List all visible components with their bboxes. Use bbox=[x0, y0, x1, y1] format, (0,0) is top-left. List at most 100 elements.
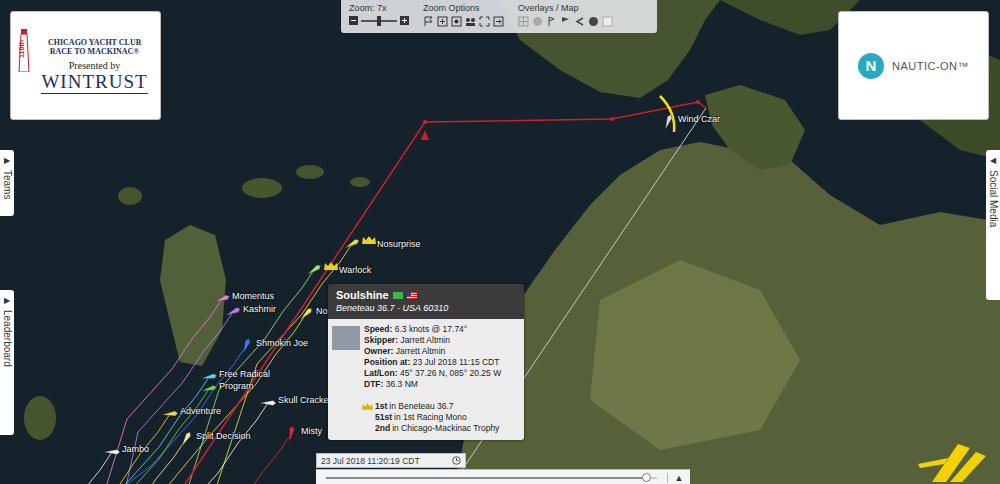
beaver-island bbox=[160, 225, 226, 366]
boat-marker[interactable] bbox=[663, 114, 673, 131]
boat-label[interactable]: Momentus bbox=[232, 291, 274, 302]
boat-label[interactable]: Wind Czar bbox=[678, 114, 720, 125]
boat-track bbox=[46, 439, 186, 484]
boat-label[interactable]: No bbox=[316, 306, 328, 317]
boat-photo bbox=[332, 326, 360, 350]
bois-blanc-island bbox=[705, 85, 805, 170]
ranking-row: 51st in 1st Racing Mono bbox=[362, 412, 520, 423]
boat-marker[interactable] bbox=[104, 450, 120, 455]
boat-name: Soulshine bbox=[336, 289, 389, 301]
detail-row: Skipper: Jarrett Altmin bbox=[364, 335, 501, 346]
boat-marker[interactable] bbox=[201, 373, 218, 381]
race-name: RACE TO MACKINAC® bbox=[50, 47, 140, 56]
boats-icon[interactable] bbox=[451, 16, 462, 27]
crown-icon bbox=[324, 262, 338, 270]
usa-flag-icon bbox=[407, 292, 417, 299]
tracker-logo-icon[interactable] bbox=[918, 438, 988, 482]
satellite-icon[interactable] bbox=[588, 16, 599, 27]
boat-marker[interactable] bbox=[260, 401, 276, 406]
boat-track bbox=[20, 414, 170, 484]
boat-marker[interactable] bbox=[162, 411, 178, 417]
boat-marker[interactable] bbox=[201, 385, 218, 394]
boat-label[interactable]: Warlock bbox=[324, 262, 371, 276]
exit-icon[interactable] bbox=[493, 16, 504, 27]
boat-marker[interactable] bbox=[287, 426, 295, 443]
club-name: CHICAGO YACHT CLUB bbox=[48, 38, 141, 47]
detail-row: Position at: 23 Jul 2018 11:15 CDT bbox=[364, 357, 501, 368]
boat-track bbox=[158, 403, 268, 484]
play-button[interactable]: ▲ bbox=[667, 473, 690, 483]
partner-logo[interactable]: N NAUTIC-ON™ bbox=[838, 11, 989, 120]
expand-icon[interactable] bbox=[479, 16, 490, 27]
boat-label[interactable]: Adventure bbox=[180, 406, 221, 417]
boat-label[interactable]: Skull Cracker bbox=[278, 395, 332, 406]
boat-marker[interactable] bbox=[180, 431, 192, 447]
partner-mark: N bbox=[858, 53, 884, 79]
class-flag-icon bbox=[393, 292, 403, 299]
boat-track bbox=[89, 389, 209, 484]
side-tab[interactable]: ◀Social Media bbox=[986, 150, 1000, 300]
timeline-time: 23 Jul 2018 11:20:19 CDT bbox=[316, 453, 466, 468]
zoom-label: Zoom: 7x bbox=[349, 3, 409, 13]
boat-marker[interactable] bbox=[344, 238, 360, 250]
boat-label[interactable]: Jambo bbox=[122, 444, 149, 455]
boat-marker[interactable] bbox=[306, 263, 322, 276]
boat-label[interactable]: Program bbox=[219, 381, 254, 392]
boat-label[interactable]: Split Decision bbox=[196, 431, 251, 442]
flags-icon[interactable] bbox=[423, 16, 434, 27]
zoom-in-icon[interactable] bbox=[400, 16, 409, 25]
route-icon[interactable] bbox=[574, 16, 585, 27]
clock-icon[interactable] bbox=[452, 456, 461, 465]
timeline-bar: ▲ bbox=[316, 469, 690, 484]
zoom-out-icon[interactable] bbox=[349, 16, 358, 25]
boat-track bbox=[0, 452, 112, 484]
side-tab[interactable]: ▶Teams bbox=[0, 150, 14, 216]
side-tab[interactable]: ▶Leaderboard bbox=[0, 290, 14, 435]
map-toolbar: Zoom: 7x Zoom Options Overlays / Map bbox=[341, 0, 657, 33]
finish-line bbox=[660, 96, 674, 132]
boat-label[interactable]: Shmokin Joe bbox=[256, 338, 308, 349]
lighthouse-logo: 110th bbox=[17, 28, 31, 88]
ranking-row: 2nd in Chicago-Mackinac Trophy bbox=[362, 423, 520, 434]
detail-row: DTF: 36.3 NM bbox=[364, 379, 501, 390]
race-logo[interactable]: 110th CHICAGO YACHT CLUBRACE TO MACKINAC®… bbox=[10, 11, 161, 120]
mark-icon[interactable] bbox=[560, 16, 571, 27]
boat-marker[interactable] bbox=[241, 338, 251, 355]
fit-icon[interactable] bbox=[437, 16, 448, 27]
boat-track bbox=[161, 434, 291, 484]
course-arrow-icon bbox=[421, 130, 429, 140]
layer-icon[interactable] bbox=[602, 16, 613, 27]
course-line bbox=[185, 102, 706, 484]
boat-popup: Soulshine Beneteau 36.7 - USA 60310 Speed:… bbox=[328, 284, 524, 440]
boat-label[interactable]: Kashmir bbox=[243, 304, 276, 315]
detail-row: Speed: 6.3 knots @ 17.74° bbox=[364, 324, 501, 335]
globe-icon[interactable] bbox=[532, 16, 543, 27]
overlays-label: Overlays / Map bbox=[518, 3, 613, 13]
boat-marker[interactable] bbox=[299, 307, 314, 322]
crown-icon bbox=[362, 403, 373, 410]
group-icon[interactable] bbox=[465, 16, 476, 27]
zoom-options-label: Zoom Options bbox=[423, 3, 504, 13]
boat-marker[interactable] bbox=[225, 306, 242, 317]
ranking-row: 1st in Beneteau 36.7 bbox=[362, 401, 520, 412]
boat-track bbox=[79, 377, 209, 484]
partner-name: NAUTIC-ON™ bbox=[892, 60, 969, 72]
boat-track bbox=[123, 312, 233, 484]
lower-peninsula bbox=[455, 142, 1000, 484]
timeline-slider[interactable] bbox=[326, 477, 657, 479]
boat-label[interactable]: Misty bbox=[301, 426, 322, 437]
grid-icon[interactable] bbox=[518, 16, 529, 27]
zoom-slider[interactable] bbox=[361, 20, 397, 22]
wind-icon[interactable] bbox=[546, 16, 557, 27]
boat-track bbox=[184, 270, 314, 484]
boat-marker[interactable] bbox=[214, 294, 231, 304]
detail-row: Lat/Lon: 45° 37.26 N, 085° 20.25 W bbox=[364, 368, 501, 379]
detail-row: Owner: Jarrett Altmin bbox=[364, 346, 501, 357]
race-map[interactable]: Wind Czar Nosurprise Warlock Momentus Kashmi… bbox=[0, 0, 1000, 484]
sponsor-name: WINTRUST bbox=[41, 71, 147, 94]
boat-label[interactable]: Free Radical bbox=[219, 369, 270, 380]
presented-by: Presented by bbox=[69, 60, 120, 71]
crown-icon bbox=[362, 236, 376, 244]
boat-subtitle: Beneteau 36.7 - USA 60310 bbox=[336, 303, 516, 313]
boat-label[interactable]: Nosurprise bbox=[362, 236, 421, 250]
